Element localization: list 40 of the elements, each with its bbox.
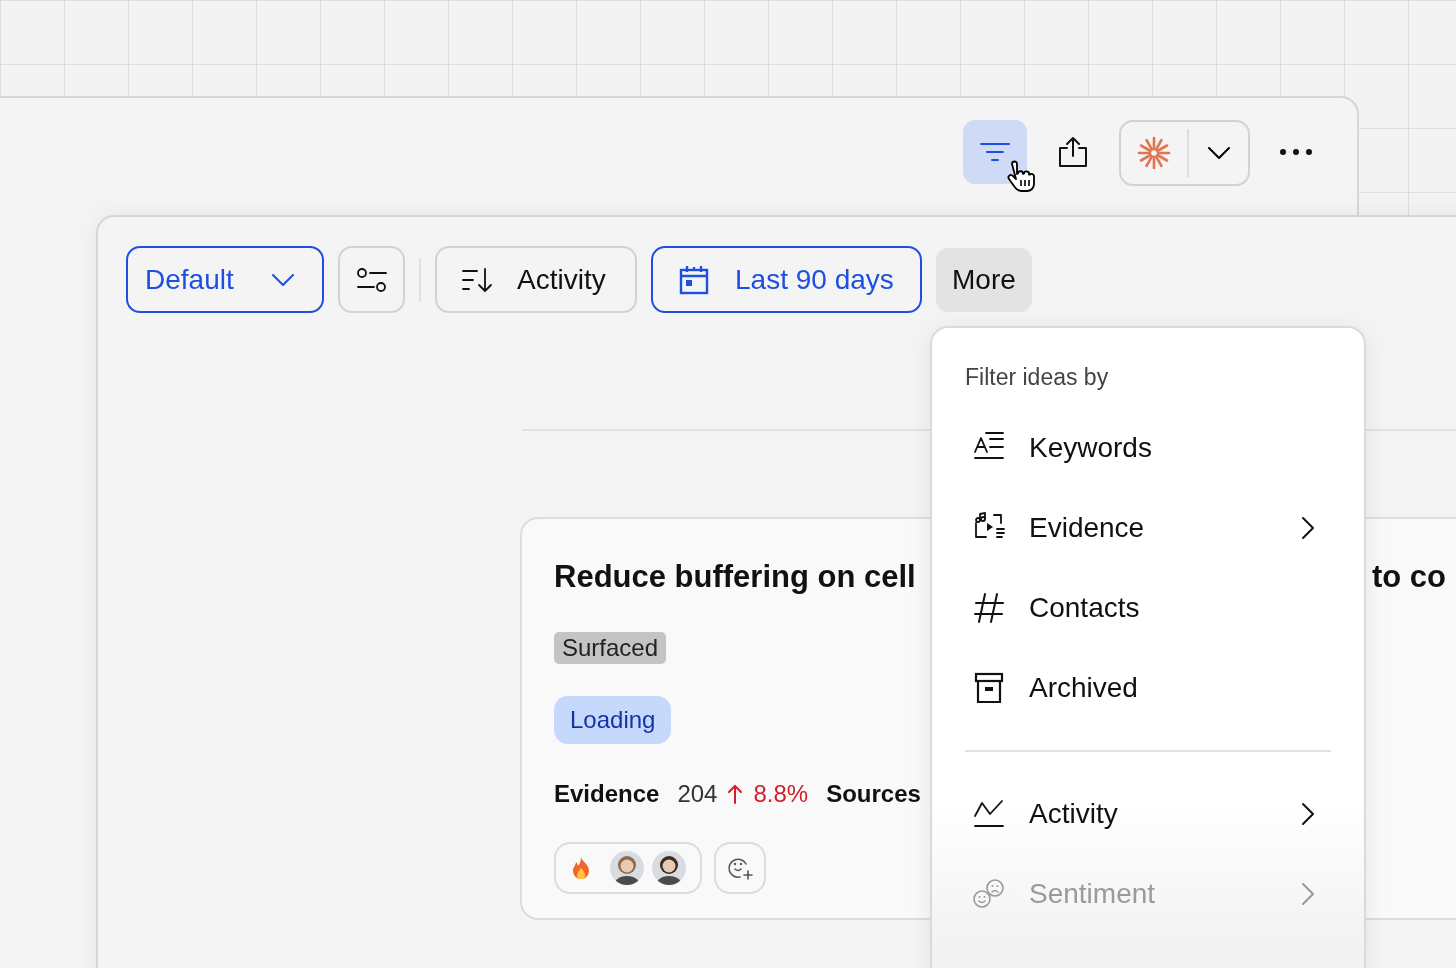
chevron-down-icon bbox=[272, 273, 294, 286]
sliders-icon bbox=[355, 266, 388, 293]
assistant-split-button[interactable] bbox=[1119, 120, 1250, 186]
view-dropdown[interactable]: Default bbox=[126, 246, 324, 313]
metric-count: 204 bbox=[677, 779, 718, 809]
menu-item-label: Keywords bbox=[1029, 431, 1153, 465]
chevron-down-icon bbox=[1207, 147, 1230, 159]
status-tag: Surfaced bbox=[554, 632, 667, 664]
calendar-icon bbox=[679, 264, 709, 295]
share-icon bbox=[1058, 136, 1088, 168]
add-reaction-button[interactable] bbox=[714, 842, 766, 894]
starburst-icon bbox=[1137, 136, 1171, 170]
card-title: to co bbox=[1372, 558, 1448, 596]
view-settings-button[interactable] bbox=[338, 246, 405, 313]
menu-item[interactable]: Keywords bbox=[965, 408, 1331, 488]
metric-label: Evidence bbox=[554, 779, 660, 809]
faces-icon bbox=[972, 877, 1006, 911]
metric-change: 8.8% bbox=[753, 779, 809, 809]
more-filters-button[interactable]: More bbox=[936, 247, 1032, 312]
date-range-button[interactable]: Last 90 days bbox=[651, 246, 922, 313]
card-title: Reduce buffering on cell bbox=[554, 558, 917, 596]
avatar bbox=[652, 851, 686, 885]
archive-box-icon bbox=[972, 671, 1006, 705]
sort-icon bbox=[461, 266, 493, 293]
menu-item-label: Sentiment bbox=[1029, 877, 1157, 911]
filter-icon bbox=[979, 140, 1011, 164]
reactions-pill[interactable] bbox=[554, 842, 702, 894]
pointer-hand-cursor-icon bbox=[1004, 160, 1036, 192]
menu-item-label: Activity bbox=[1029, 797, 1119, 831]
hash-icon bbox=[972, 591, 1006, 625]
sort-button[interactable]: Activity bbox=[435, 246, 637, 313]
menu-heading: Filter ideas by bbox=[965, 363, 1110, 392]
category-tag: Loading bbox=[554, 696, 672, 744]
avatar bbox=[610, 851, 644, 885]
flame-icon bbox=[570, 856, 592, 880]
menu-item-label: Evidence bbox=[1029, 511, 1146, 545]
metric-label: Sources bbox=[826, 779, 921, 809]
menu-item-label: Contacts bbox=[1029, 591, 1141, 625]
menu-item-label: Archived bbox=[1029, 671, 1139, 705]
more-icon bbox=[1280, 149, 1312, 155]
